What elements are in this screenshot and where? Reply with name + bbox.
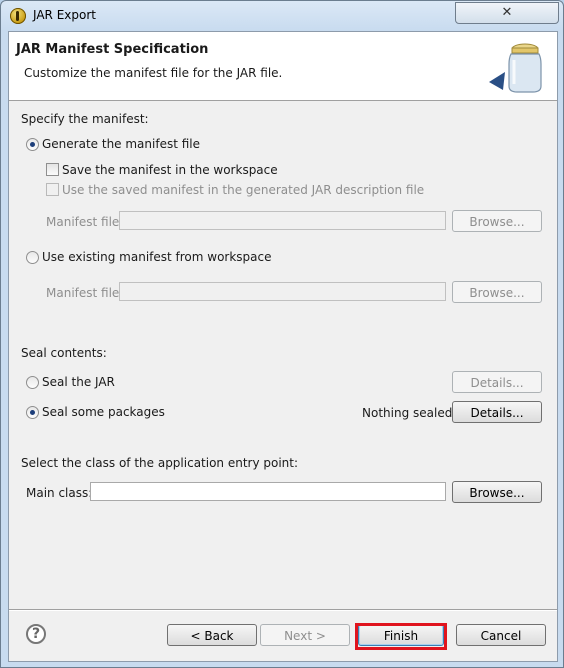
existing-manifest-file-input[interactable] bbox=[119, 282, 446, 301]
seal-status-text: Nothing sealed bbox=[362, 406, 453, 420]
manifest-browse-button[interactable]: Browse... bbox=[452, 210, 542, 232]
main-class-browse-button[interactable]: Browse... bbox=[452, 481, 542, 503]
close-icon: ✕ bbox=[501, 5, 513, 20]
use-existing-manifest-radio[interactable] bbox=[26, 251, 39, 264]
seal-jar-details-button[interactable]: Details... bbox=[452, 371, 542, 393]
manifest-file-label: Manifest file: bbox=[46, 215, 124, 229]
seal-section-label: Seal contents: bbox=[21, 346, 107, 360]
seal-jar-label: Seal the JAR bbox=[42, 375, 115, 389]
finish-highlight-box bbox=[355, 623, 447, 650]
cancel-button[interactable]: Cancel bbox=[456, 624, 546, 646]
page-description: Customize the manifest file for the JAR … bbox=[24, 66, 283, 80]
manifest-file-input[interactable] bbox=[119, 211, 446, 230]
main-class-label: Main class: bbox=[26, 486, 93, 500]
page-title: JAR Manifest Specification bbox=[16, 42, 209, 57]
title-bar: JAR Export ✕ bbox=[1, 1, 563, 31]
generate-manifest-label: Generate the manifest file bbox=[42, 137, 201, 151]
help-glyph: ? bbox=[31, 626, 41, 642]
wizard-header: JAR Manifest Specification Customize the… bbox=[9, 32, 557, 101]
use-saved-manifest-label: Use the saved manifest in the generated … bbox=[62, 183, 425, 197]
close-button[interactable]: ✕ bbox=[455, 2, 559, 24]
jar-export-window: JAR Export ✕ JAR Manifest Specification … bbox=[0, 0, 564, 668]
back-button[interactable]: < Back bbox=[167, 624, 257, 646]
save-manifest-checkbox[interactable] bbox=[46, 163, 59, 176]
existing-manifest-file-label: Manifest file: bbox=[46, 286, 124, 300]
use-saved-manifest-checkbox[interactable] bbox=[46, 183, 59, 196]
seal-packages-details-button[interactable]: Details... bbox=[452, 401, 542, 423]
seal-some-packages-label: Seal some packages bbox=[42, 405, 165, 419]
footer-separator bbox=[9, 609, 557, 611]
save-manifest-label: Save the manifest in the workspace bbox=[62, 163, 278, 177]
main-class-input[interactable] bbox=[90, 482, 446, 501]
help-icon[interactable]: ? bbox=[26, 624, 46, 644]
use-existing-manifest-label: Use existing manifest from workspace bbox=[42, 250, 272, 264]
jar-icon bbox=[489, 43, 542, 93]
entry-point-section-label: Select the class of the application entr… bbox=[21, 456, 299, 470]
next-button[interactable]: Next > bbox=[260, 624, 350, 646]
seal-jar-radio[interactable] bbox=[26, 376, 39, 389]
dialog-body: JAR Manifest Specification Customize the… bbox=[8, 31, 558, 662]
manifest-section-label: Specify the manifest: bbox=[21, 112, 149, 126]
eclipse-icon bbox=[10, 8, 26, 24]
seal-some-packages-radio[interactable] bbox=[26, 406, 39, 419]
existing-manifest-browse-button[interactable]: Browse... bbox=[452, 281, 542, 303]
window-title: JAR Export bbox=[33, 8, 96, 22]
generate-manifest-radio[interactable] bbox=[26, 138, 39, 151]
